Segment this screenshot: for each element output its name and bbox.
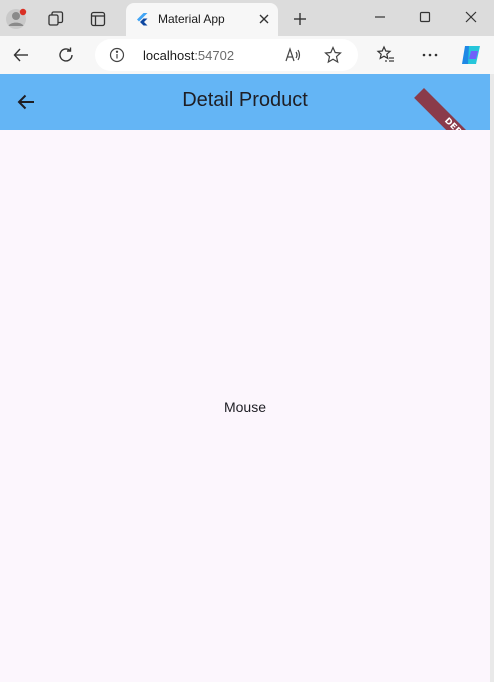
copilot-icon[interactable] <box>458 42 484 68</box>
star-icon[interactable] <box>324 46 342 64</box>
window-close-icon[interactable] <box>456 4 486 30</box>
tab-title: Material App <box>158 12 225 26</box>
product-name: Mouse <box>223 399 267 415</box>
more-dots-icon[interactable] <box>417 42 443 68</box>
tab-actions-icon[interactable] <box>86 7 110 31</box>
debug-banner: DEBUG <box>414 88 490 130</box>
browser-toolbar: localhost:54702 <box>0 36 494 74</box>
close-icon[interactable] <box>256 11 272 27</box>
info-icon[interactable] <box>109 47 125 63</box>
address-port: :54702 <box>194 48 235 63</box>
debug-banner-container: DEBUG <box>410 74 490 130</box>
browser-tab-strip: Material App <box>0 0 494 36</box>
browser-tab-active[interactable]: Material App <box>126 3 278 36</box>
workspaces-icon[interactable] <box>44 7 68 31</box>
address-host: localhost <box>143 48 195 63</box>
back-arrow-icon[interactable] <box>8 42 34 68</box>
address-url: localhost:54702 <box>143 48 234 63</box>
debug-label: DEBUG <box>442 116 474 130</box>
address-bar[interactable]: localhost:54702 <box>95 39 358 71</box>
favorites-list-icon[interactable] <box>373 42 399 68</box>
flutter-logo-icon <box>135 12 149 26</box>
maximize-icon[interactable] <box>410 4 440 30</box>
read-aloud-icon[interactable] <box>284 46 302 64</box>
plus-icon[interactable] <box>288 7 312 31</box>
window-edge <box>490 74 494 682</box>
flutter-app: Detail Product Mouse <box>0 74 490 682</box>
profile-avatar-icon[interactable] <box>5 8 27 30</box>
minimize-icon[interactable] <box>365 4 395 30</box>
refresh-icon[interactable] <box>53 42 79 68</box>
